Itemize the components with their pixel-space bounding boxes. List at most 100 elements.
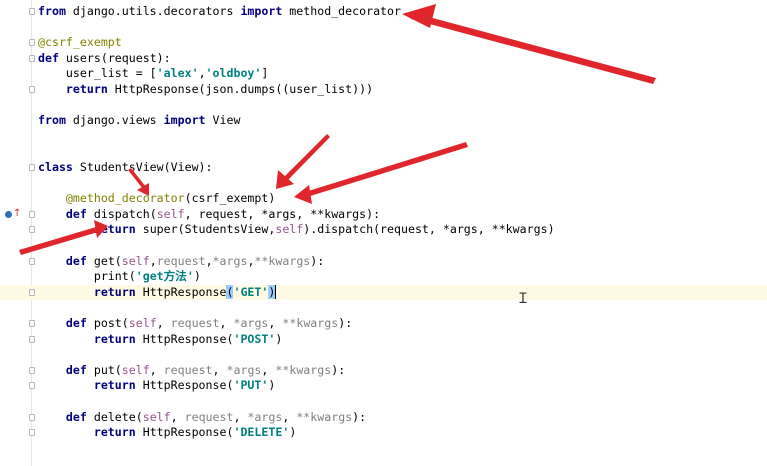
code-line[interactable]: return HttpResponse('PUT'): [0, 378, 767, 394]
fold-toggle-icon[interactable]: [29, 210, 35, 218]
code-token: ,: [170, 409, 185, 424]
code-token: ):: [331, 362, 346, 377]
code-token: request: [184, 409, 234, 424]
code-text: return HttpResponse(json.dumps((user_lis…: [38, 82, 373, 98]
code-token: return: [93, 378, 136, 393]
code-line[interactable]: return HttpResponse('POST'): [0, 332, 767, 348]
fold-toggle-icon[interactable]: [29, 39, 35, 47]
code-line[interactable]: class StudentsView(View):: [0, 160, 767, 176]
code-line[interactable]: def users(request):: [0, 51, 767, 67]
code-line[interactable]: @csrf_exempt: [0, 35, 767, 51]
code-text: return HttpResponse('POST'): [38, 331, 283, 348]
code-token: ,: [261, 362, 276, 377]
code-token: HttpResponse(json.dumps((user_list))): [107, 82, 374, 96]
fold-toggle-icon[interactable]: [29, 164, 35, 171]
overrides-up-arrow-icon[interactable]: ↑: [13, 209, 21, 219]
code-token: ]: [261, 66, 269, 81]
fold-toggle-icon[interactable]: [29, 288, 35, 296]
code-text: def dispatch(self, request, *args, **kwa…: [38, 207, 380, 223]
code-token: ).dispatch(request, *args, **kwargs): [303, 222, 555, 237]
fold-toggle-icon[interactable]: [29, 54, 35, 62]
code-token: self: [121, 362, 150, 377]
code-token: (csrf_exempt): [184, 191, 276, 206]
code-line[interactable]: [0, 20, 767, 36]
code-line[interactable]: from django.views import View: [0, 113, 767, 129]
code-token: return: [93, 425, 136, 440]
code-token: ,: [156, 316, 171, 330]
code-line[interactable]: def delete(self, request, *args, **kwarg…: [0, 410, 767, 426]
code-token: delete(: [86, 409, 143, 424]
code-token: ,: [149, 253, 157, 268]
fold-toggle-icon[interactable]: [29, 257, 35, 265]
code-editor[interactable]: from django.utils.decorators import meth…: [0, 0, 767, 466]
code-line[interactable]: return super(StudentsView,self).dispatch…: [0, 222, 767, 238]
code-token: ,: [282, 409, 297, 424]
code-token: HttpResponse(: [135, 425, 234, 440]
code-token: request: [163, 362, 213, 377]
code-line[interactable]: def put(self, request, *args, **kwargs):: [0, 363, 767, 379]
code-text: @method_decorator(csrf_exempt): [38, 191, 275, 207]
fold-toggle-icon[interactable]: [29, 335, 35, 343]
fold-toggle-icon[interactable]: [29, 226, 35, 234]
code-line[interactable]: return HttpResponse('DELETE'): [0, 425, 767, 441]
code-line[interactable]: [0, 129, 767, 145]
code-line[interactable]: [0, 300, 767, 316]
code-line[interactable]: print('get方法'): [0, 269, 767, 285]
code-token: from: [38, 113, 66, 128]
code-text: def get(self,request,*args,**kwargs):: [38, 254, 324, 270]
code-token: ): [268, 378, 276, 393]
code-token: self: [156, 206, 185, 221]
fold-toggle-icon[interactable]: [29, 86, 35, 93]
override-method-icon[interactable]: [5, 211, 12, 218]
code-line[interactable]: @method_decorator(csrf_exempt): [0, 191, 767, 207]
code-line[interactable]: [0, 394, 767, 410]
code-token: *args: [226, 362, 262, 377]
code-token: ,: [219, 316, 234, 330]
code-token: self: [275, 222, 304, 237]
code-line[interactable]: user_list = ['alex','oldboy']: [0, 66, 767, 82]
code-token: dispatch(: [86, 206, 157, 221]
code-token: user_list = [: [38, 66, 157, 81]
code-line[interactable]: [0, 98, 767, 114]
fold-toggle-icon[interactable]: [29, 366, 35, 374]
fold-toggle-icon[interactable]: [29, 320, 35, 327]
code-token: def: [65, 362, 87, 377]
code-token: HttpResponse(: [135, 378, 234, 393]
code-line[interactable]: [0, 176, 767, 192]
code-token: ): [275, 331, 283, 346]
fold-toggle-icon[interactable]: [29, 382, 35, 390]
code-token: *args: [233, 316, 269, 330]
code-line[interactable]: def get(self,request,*args,**kwargs):: [0, 254, 767, 270]
code-line[interactable]: return HttpResponse('GET'): [0, 284, 767, 301]
fold-toggle-icon[interactable]: [29, 8, 35, 15]
code-line[interactable]: [0, 238, 767, 254]
code-token: 'oldboy': [205, 66, 262, 81]
code-token: return: [65, 82, 108, 96]
code-token: HttpResponse: [135, 284, 227, 299]
code-text: @csrf_exempt: [38, 35, 122, 51]
code-token: super(StudentsView,: [135, 222, 276, 237]
code-token: users(request):: [58, 50, 171, 65]
code-line[interactable]: [0, 144, 767, 160]
code-token: 'POST': [233, 331, 276, 346]
code-line[interactable]: def post(self, request, *args, **kwargs)…: [0, 316, 767, 332]
code-text: return HttpResponse('GET'): [38, 284, 277, 301]
code-text: def users(request):: [38, 51, 171, 67]
code-line[interactable]: def dispatch(self, request, *args, **kwa…: [0, 207, 767, 223]
fold-toggle-icon[interactable]: [29, 413, 35, 421]
code-line[interactable]: from django.utils.decorators import meth…: [0, 4, 767, 20]
code-token: ): [193, 269, 201, 284]
code-token: @csrf_exempt: [38, 35, 122, 50]
text-cursor-icon: Ｉ: [516, 291, 530, 307]
code-line[interactable]: return HttpResponse(json.dumps((user_lis…: [0, 82, 767, 98]
fold-toggle-icon[interactable]: [29, 429, 35, 437]
code-line[interactable]: [0, 347, 767, 363]
code-token: ,: [205, 253, 213, 268]
code-token: return: [93, 284, 136, 299]
